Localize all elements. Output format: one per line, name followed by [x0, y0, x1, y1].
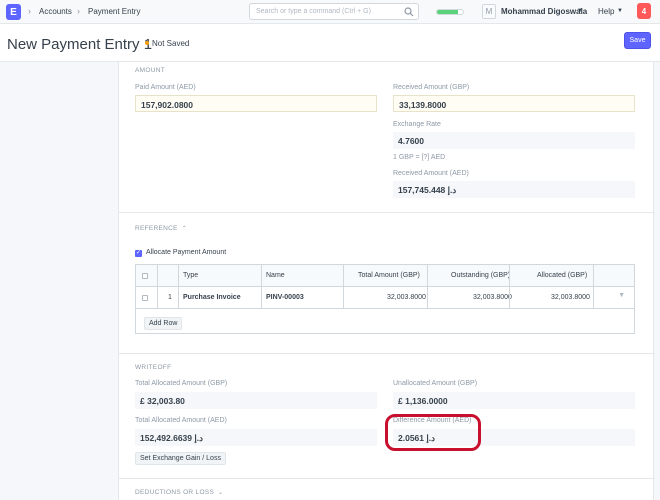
chevron-right-icon: › [28, 6, 31, 16]
column-divider [157, 265, 158, 309]
total-allocated-gbp-field: £ 32,003.80 [135, 392, 377, 409]
page-title: New Payment Entry 1 [7, 36, 153, 53]
search-input[interactable]: Search or type a command (Ctrl + G) [249, 3, 419, 20]
section-heading-amount: AMOUNT [135, 67, 165, 74]
conversion-note: 1 GBP = [?] AED [393, 154, 446, 161]
breadcrumb-payment-entry[interactable]: Payment Entry [88, 7, 140, 16]
save-button[interactable]: Save [624, 32, 651, 49]
row-name[interactable]: PINV-00003 [266, 294, 304, 301]
user-menu[interactable]: Mohammad Digoswala [501, 7, 587, 16]
total-allocated-gbp-label: Total Allocated Amount (GBP) [135, 380, 228, 387]
section-divider [119, 353, 655, 354]
allocate-payment-checkbox[interactable]: ✓ [135, 250, 142, 257]
caret-down-icon[interactable]: ▼ [577, 8, 583, 14]
paid-amount-field[interactable]: 157,902.0800 [135, 95, 377, 112]
column-header-type: Type [183, 272, 199, 279]
reference-table: Type Name Total Amount (GBP) Outstanding… [135, 264, 635, 334]
form-card: AMOUNT Paid Amount (AED) 157,902.0800 Re… [118, 62, 655, 500]
chevron-down-icon[interactable]: ⌄ [218, 490, 223, 496]
column-header-outstanding: Outstanding (GBP) [451, 272, 511, 279]
paid-amount-label: Paid Amount (AED) [135, 84, 196, 91]
status-indicator-icon [145, 41, 149, 45]
section-divider [119, 478, 655, 479]
column-divider [509, 265, 510, 309]
section-divider [119, 212, 655, 213]
received-amount-aed-field: 157,745.448 د.إ [393, 181, 635, 198]
row-total[interactable]: 32,003.8000 [387, 294, 426, 301]
column-divider [593, 265, 594, 309]
column-divider [261, 265, 262, 309]
received-amount-label: Received Amount (GBP) [393, 84, 470, 91]
column-divider [178, 265, 179, 309]
app-logo-icon[interactable]: E [6, 4, 21, 20]
column-divider [427, 265, 428, 309]
section-heading-writeoff: WRITEOFF [135, 364, 172, 371]
add-row-button[interactable]: Add Row [144, 317, 183, 330]
set-exchange-gain-loss-button[interactable]: Set Exchange Gain / Loss [135, 452, 226, 465]
select-all-checkbox[interactable] [142, 273, 148, 279]
row-allocated[interactable]: 32,003.8000 [551, 294, 590, 301]
column-divider [343, 265, 344, 309]
breadcrumb-accounts[interactable]: Accounts [39, 7, 72, 16]
caret-down-icon[interactable]: ▼ [617, 8, 623, 14]
column-header-total: Total Amount (GBP) [358, 272, 420, 279]
column-header-name: Name [266, 272, 285, 279]
search-placeholder: Search or type a command (Ctrl + G) [256, 8, 371, 15]
unallocated-amount-label: Unallocated Amount (GBP) [393, 380, 478, 387]
allocate-payment-label: Allocate Payment Amount [146, 249, 227, 256]
row-type[interactable]: Purchase Invoice [183, 294, 241, 301]
row-outstanding[interactable]: 32,003.8000 [473, 294, 512, 301]
caret-down-icon[interactable]: ▼ [618, 292, 625, 299]
avatar[interactable]: M [482, 4, 496, 19]
section-heading-reference[interactable]: REFERENCE ⌃ [135, 225, 187, 232]
section-heading-reference-label: REFERENCE [135, 225, 178, 232]
difference-highlight-annotation [385, 414, 481, 451]
total-allocated-aed-label: Total Allocated Amount (AED) [135, 417, 227, 424]
notification-badge[interactable]: 4 [637, 3, 651, 19]
row-checkbox[interactable] [142, 295, 148, 301]
received-amount-field[interactable]: 33,139.8000 [393, 95, 635, 112]
section-heading-deductions[interactable]: DEDUCTIONS OR LOSS ⌄ [135, 489, 223, 496]
chevron-up-icon[interactable]: ⌃ [182, 226, 187, 232]
row-index: 1 [168, 294, 172, 301]
help-menu[interactable]: Help [598, 7, 614, 16]
chevron-right-icon: › [77, 6, 80, 16]
table-header: Type Name Total Amount (GBP) Outstanding… [136, 265, 634, 287]
total-allocated-aed-field: 152,492.6639 د.إ [135, 429, 377, 446]
exchange-rate-field[interactable]: 4.7600 [393, 132, 635, 149]
table-row[interactable]: 1 Purchase Invoice PINV-00003 32,003.800… [136, 287, 634, 309]
exchange-rate-label: Exchange Rate [393, 121, 441, 128]
progress-bar [436, 9, 464, 15]
search-icon[interactable] [404, 7, 414, 17]
section-heading-deductions-label: DEDUCTIONS OR LOSS [135, 489, 215, 496]
status-badge: Not Saved [152, 39, 190, 48]
column-header-allocated: Allocated (GBP) [537, 272, 588, 279]
received-amount-aed-label: Received Amount (AED) [393, 170, 469, 177]
page-head: New Payment Entry 1 Not Saved Save [0, 24, 660, 62]
navbar: E › Accounts › Payment Entry Search or t… [0, 0, 660, 24]
unallocated-amount-field: £ 1,136.0000 [393, 392, 635, 409]
progress-fill [437, 10, 458, 14]
